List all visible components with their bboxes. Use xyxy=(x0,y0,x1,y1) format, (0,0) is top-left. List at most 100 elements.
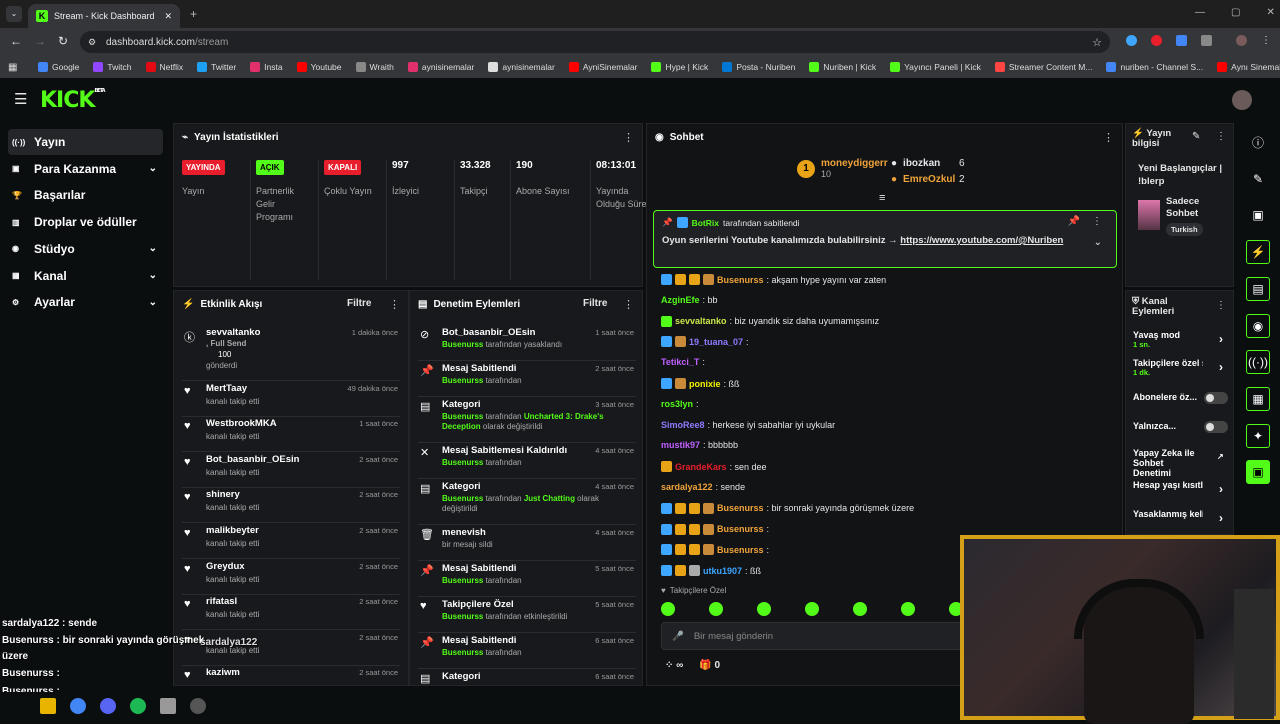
extension-icons[interactable]: ⋮ xyxy=(1126,35,1271,46)
channel-action-item[interactable]: Yasaklanmış kelin › xyxy=(1133,509,1229,525)
unpin-icon[interactable]: 📌 xyxy=(1068,216,1080,227)
mod-action-moderator[interactable]: Busenurss xyxy=(442,648,483,657)
chat-username[interactable]: Busenurss xyxy=(717,275,764,285)
category-name[interactable]: Sadece Sohbet xyxy=(1166,196,1226,220)
chat-message[interactable]: SimoRee8: herkese iyi sabahlar iyi uykul… xyxy=(661,420,835,430)
broadcast-icon[interactable]: ((·)) xyxy=(1240,344,1276,380)
file-explorer-icon[interactable] xyxy=(40,698,56,714)
emote-icon[interactable] xyxy=(709,602,723,616)
moderation-filter-button[interactable]: Filtre xyxy=(583,298,607,309)
chat-username[interactable]: ponixie xyxy=(689,379,721,389)
sidebar-item-5[interactable]: ▦ Kanal ⌄ xyxy=(8,263,163,289)
browser-tab[interactable]: K Stream - Kick Dashboard ✕ xyxy=(28,4,180,28)
activity-filter-button[interactable]: Filtre xyxy=(347,298,371,309)
taskbar-apps[interactable] xyxy=(40,698,206,714)
bookmark-item[interactable]: aynisinemalar xyxy=(488,62,555,72)
language-tag[interactable]: Turkish xyxy=(1166,223,1203,236)
mod-action-moderator[interactable]: Busenurss xyxy=(442,458,483,467)
event-user[interactable]: sevvaltanko xyxy=(206,327,260,338)
points-indicator[interactable]: ⁘ ∞ xyxy=(665,660,683,671)
chat-message[interactable]: 19_tuana_07: xyxy=(661,336,749,348)
bookmark-item[interactable]: aynisinemalar xyxy=(407,62,474,72)
category-thumbnail[interactable] xyxy=(1138,200,1160,230)
activity-event[interactable]: ♥ WestbrookMKA 1 saat önce kanalı takip ett… xyxy=(182,416,400,453)
moderation-action[interactable]: 📌 Mesaj Sabitlendi 2 saat önce Busenurss ta… xyxy=(418,361,636,397)
event-user[interactable]: shinery xyxy=(206,489,240,500)
pinned-link[interactable]: https://www.youtube.com/@Nuriben xyxy=(900,235,1063,246)
chat-message[interactable]: Busenurss: xyxy=(661,544,769,556)
emote-icon[interactable] xyxy=(901,602,915,616)
event-user[interactable]: Greydux xyxy=(206,561,245,572)
event-user[interactable]: Bot_basanbir_OEsin xyxy=(206,454,299,465)
chat-message[interactable]: AzginEfe: bb xyxy=(661,295,718,305)
chat-username[interactable]: ros3lyn xyxy=(661,399,693,409)
channel-action-item[interactable]: Yapay Zeka ile Sohbet Denetimi ↗ xyxy=(1133,448,1229,478)
moderation-action[interactable]: ▤ Kategori 3 saat önce Busenurss tarafından… xyxy=(418,397,636,443)
edit-info-icon[interactable]: ✎ xyxy=(1192,131,1200,142)
gift-indicator[interactable]: 🎁 0 xyxy=(699,660,720,671)
emote-bar[interactable] xyxy=(661,602,963,616)
moderation-action[interactable]: ♥ Takipçilere Özel 5 saat önce Busenurss ta… xyxy=(418,597,636,633)
moderation-action[interactable]: ▤ Kategori 6 saat önce xyxy=(418,669,636,685)
sidebar-item-1[interactable]: ▣ Para Kazanma ⌄ xyxy=(8,156,163,182)
mod-action-category[interactable]: Just Chatting xyxy=(524,494,575,503)
chat-username[interactable]: 19_tuana_07 xyxy=(689,337,743,347)
toggle-switch[interactable] xyxy=(1204,392,1228,404)
stats-menu-icon[interactable]: ⋮ xyxy=(623,131,634,144)
bookmark-item[interactable]: nuriben - Channel S... xyxy=(1106,62,1203,72)
bookmark-item[interactable]: Nuriben | Kick xyxy=(809,62,876,72)
chat-icon[interactable]: ◉ xyxy=(1240,308,1276,344)
extensions-puzzle-icon[interactable] xyxy=(1201,35,1212,46)
mod-action-moderator[interactable]: Busenurss xyxy=(442,612,483,621)
minimize-icon[interactable]: — xyxy=(1195,7,1205,18)
moderation-action[interactable]: 🗑 menevish 4 saat önce bir mesajı sildi xyxy=(418,525,636,561)
chat-message[interactable]: Busenurss: xyxy=(661,523,769,535)
spotify-icon[interactable] xyxy=(130,698,146,714)
browser-menu-icon[interactable]: ⋮ xyxy=(1261,35,1271,46)
chat-message[interactable]: Busenurss: akşam hype yayını var zaten xyxy=(661,274,886,285)
chat-message[interactable]: ros3lyn: xyxy=(661,399,699,409)
chat-message[interactable]: sevvaltanko: biz uyandık siz daha uyumam… xyxy=(661,315,879,327)
forward-icon[interactable]: → xyxy=(34,34,46,48)
activity-event[interactable]: ♥ rifatasl 2 saat önce kanalı takip etti xyxy=(182,594,400,631)
sidebar-item-2[interactable]: 🏆 Başarılar xyxy=(8,182,163,208)
emote-icon[interactable] xyxy=(661,602,675,616)
sidebar-item-6[interactable]: ⚙ Ayarlar ⌄ xyxy=(8,289,163,315)
chat-username[interactable]: utku1907 xyxy=(703,566,742,576)
apps-grid-icon[interactable]: ▦ xyxy=(8,62,17,73)
activity-event[interactable]: ♥ Greydux 2 saat önce kanalı takip etti xyxy=(182,559,400,595)
sidebar-item-0[interactable]: ((·)) Yayın xyxy=(8,129,163,155)
moderation-action[interactable]: ▤ Kategori 4 saat önce Busenurss tarafından… xyxy=(418,479,636,525)
activity-event[interactable]: ♥ malikbeyter 2 saat önce kanalı takip etti xyxy=(182,523,400,559)
bookmark-item[interactable]: Yayıncı Paneli | Kick xyxy=(890,62,981,72)
bookmark-item[interactable]: Twitter xyxy=(197,62,236,72)
sidebar-item-4[interactable]: ◉ Stüdyo ⌄ xyxy=(8,236,163,262)
chat-message[interactable]: GrandeKars: sen dee xyxy=(661,461,767,473)
profile-icon[interactable] xyxy=(1236,35,1247,46)
moderation-action[interactable]: 📌 Mesaj Sabitlendi 5 saat önce Busenurss ta… xyxy=(418,561,636,597)
channel-action-item[interactable]: Abonelere öz... xyxy=(1133,392,1229,404)
event-user[interactable]: kaziwm xyxy=(206,667,240,678)
bookmark-item[interactable]: Twitch xyxy=(93,62,132,72)
chat-message[interactable]: Busenurss: bir sonraki yayında görüşmek … xyxy=(661,502,914,514)
channel-action-item[interactable]: Yalnızca... xyxy=(1133,421,1229,433)
extension-3-icon[interactable] xyxy=(1176,35,1187,46)
active-tool-icon[interactable]: ▣ xyxy=(1240,454,1276,490)
channel-actions-menu-icon[interactable]: ⋮ xyxy=(1216,300,1226,311)
microphone-icon[interactable]: 🎤 xyxy=(672,631,684,642)
mod-action-moderator[interactable]: Busenurss xyxy=(442,376,483,385)
top-gifter-2[interactable]: ● ibozkan 6 xyxy=(891,158,965,169)
top-gifter-3[interactable]: ● EmreOzkul 2 xyxy=(891,174,965,185)
chat-username[interactable]: AzginEfe xyxy=(661,295,700,305)
chat-username[interactable]: SimoRee8 xyxy=(661,420,705,430)
chat-message[interactable]: mustik97: bbbbbb xyxy=(661,440,738,450)
close-tab-icon[interactable]: ✕ xyxy=(164,11,172,22)
edit-icon[interactable]: ✎ xyxy=(1240,161,1276,197)
bookmark-item[interactable]: Wraith xyxy=(355,62,394,72)
list-icon[interactable]: ▦ xyxy=(1240,381,1276,417)
chat-username[interactable]: Busenurss xyxy=(717,545,764,555)
wrench-icon[interactable]: ✦ xyxy=(1240,418,1276,454)
emote-icon[interactable] xyxy=(757,602,771,616)
channel-action-item[interactable]: Yavaş mod 1 sn. › xyxy=(1133,330,1229,349)
event-user[interactable]: malikbeyter xyxy=(206,525,259,536)
